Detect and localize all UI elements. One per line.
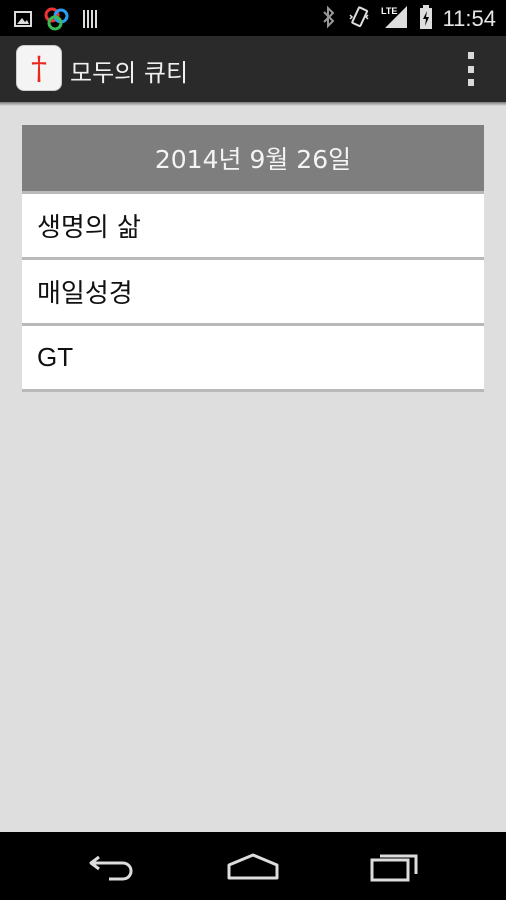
date-header: 2014년 9월 26일 — [22, 125, 484, 191]
app-icon[interactable]: † — [16, 45, 62, 91]
back-icon[interactable] — [82, 842, 142, 890]
list-item-label: 생명의 삶 — [37, 213, 141, 243]
battery-icon — [419, 4, 433, 34]
status-time: 11:54 — [442, 6, 496, 31]
bluetooth-icon — [321, 5, 337, 33]
vibrate-icon — [347, 5, 371, 33]
qt-list-card: 2014년 9월 26일 생명의 삶 매일성경 GT — [22, 125, 484, 392]
list-item-life[interactable]: 생명의 삶 — [22, 191, 484, 257]
list-item-daily-bible[interactable]: 매일성경 — [22, 257, 484, 323]
overflow-menu-icon[interactable] — [466, 52, 476, 86]
color-circles-icon — [44, 7, 70, 35]
navigation-bar — [0, 832, 506, 900]
list-item-label: 매일성경 — [37, 279, 133, 309]
list-item-gt[interactable]: GT — [22, 323, 484, 392]
recent-apps-icon[interactable] — [364, 842, 424, 890]
list-item-label: GT — [37, 342, 74, 372]
status-bar: LTE 11:54 — [0, 0, 506, 36]
app-title: 모두의 큐티 — [70, 59, 189, 87]
lte-signal-icon: LTE — [381, 4, 409, 34]
home-icon[interactable] — [223, 842, 283, 890]
barcode-icon — [82, 9, 100, 33]
gallery-icon — [14, 11, 32, 31]
svg-text:LTE: LTE — [381, 6, 397, 16]
cross-icon: † — [31, 49, 47, 87]
action-bar: † 모두의 큐티 — [0, 36, 506, 102]
action-bar-shadow — [0, 102, 506, 106]
